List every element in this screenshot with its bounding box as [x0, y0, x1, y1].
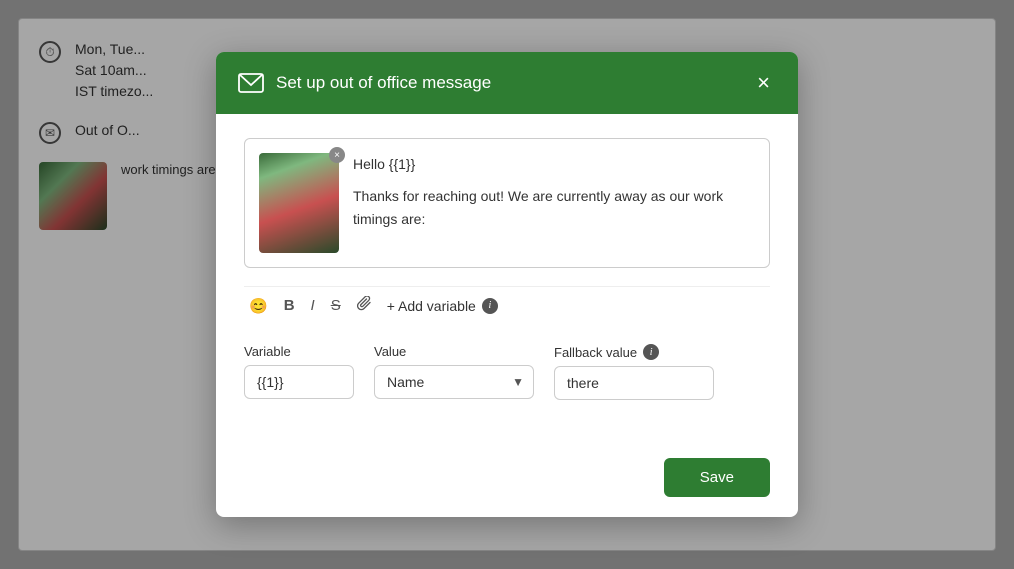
bold-button[interactable]: B: [279, 294, 300, 317]
hello-line: Hello {{1}}: [353, 153, 755, 175]
attach-button[interactable]: [352, 293, 377, 318]
fallback-label-row: Fallback value i: [554, 344, 714, 360]
message-preview-box: × Hello {{1}} Thanks for reaching out! W…: [244, 138, 770, 268]
value-col: Value Name Email Phone ▼: [374, 344, 534, 399]
value-label: Value: [374, 344, 534, 359]
message-image-wrap: ×: [259, 153, 339, 253]
message-body: Thanks for reaching out! We are currentl…: [353, 185, 755, 230]
modal-header: Set up out of office message ×: [216, 52, 798, 114]
value-select[interactable]: Name Email Phone: [374, 365, 534, 399]
message-text-area: Hello {{1}} Thanks for reaching out! We …: [353, 153, 755, 253]
modal-close-button[interactable]: ×: [751, 70, 776, 96]
modal-overlay: Set up out of office message × × Hello {…: [0, 0, 1014, 569]
modal-body: × Hello {{1}} Thanks for reaching out! W…: [216, 114, 798, 448]
out-of-office-modal: Set up out of office message × × Hello {…: [216, 52, 798, 517]
variable-label: Variable: [244, 344, 354, 359]
editor-toolbar: 😊 B I S + Add variable i: [244, 286, 770, 324]
save-button[interactable]: Save: [664, 458, 770, 497]
message-flower-image: [259, 153, 339, 253]
fallback-input[interactable]: [554, 366, 714, 400]
fallback-info-icon: i: [643, 344, 659, 360]
fallback-col: Fallback value i: [554, 344, 714, 400]
paperclip-icon: [357, 296, 372, 311]
variable-row: Variable Value Name Email Phone ▼: [244, 344, 770, 400]
mail-icon: [238, 73, 264, 93]
italic-button[interactable]: I: [306, 294, 320, 317]
modal-footer: Save: [216, 448, 798, 517]
variable-col: Variable: [244, 344, 354, 399]
add-variable-label: + Add variable: [387, 298, 476, 314]
emoji-button[interactable]: 😊: [244, 294, 273, 318]
strikethrough-button[interactable]: S: [326, 294, 346, 317]
value-select-wrap: Name Email Phone ▼: [374, 365, 534, 399]
fallback-label: Fallback value: [554, 345, 637, 360]
modal-title: Set up out of office message: [276, 73, 491, 93]
add-variable-button[interactable]: + Add variable: [387, 298, 476, 314]
image-remove-button[interactable]: ×: [329, 147, 345, 163]
variable-input[interactable]: [244, 365, 354, 399]
toolbar-info-icon: i: [482, 298, 498, 314]
modal-header-left: Set up out of office message: [238, 73, 491, 93]
